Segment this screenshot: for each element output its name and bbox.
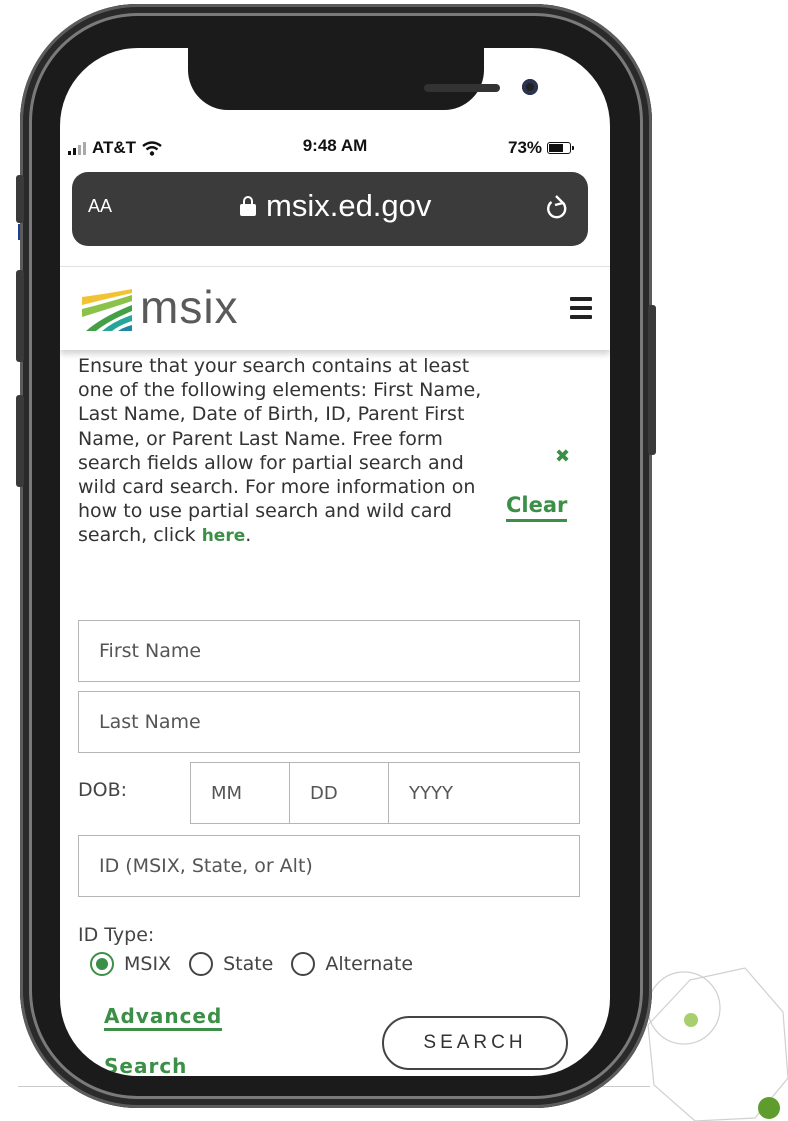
front-camera	[522, 79, 538, 95]
search-instructions: Ensure that your search contains at leas…	[78, 354, 490, 549]
mute-switch	[16, 175, 24, 223]
phone-screen: AT&T 9:48 AM 73% AA msix.ed.gov msix Ens…	[60, 48, 610, 1076]
last-name-input[interactable]: Last Name	[78, 691, 580, 753]
site-header: msix	[60, 266, 610, 350]
search-form: Ensure that your search contains at leas…	[60, 350, 610, 1076]
id-input[interactable]: ID (MSIX, State, or Alt)	[78, 835, 580, 897]
notch	[188, 48, 538, 110]
radio-button-selected[interactable]	[90, 952, 114, 976]
carrier-label: AT&T	[92, 138, 137, 157]
text-size-button[interactable]: AA	[88, 196, 112, 217]
id-type-radio-group: MSIX State Alternate	[90, 952, 431, 976]
radio-label-state: State	[223, 953, 274, 975]
dob-year-input[interactable]: YYYY	[388, 762, 580, 824]
radio-alternate[interactable]: Alternate	[291, 952, 413, 976]
volume-down-button	[16, 395, 24, 487]
dob-label: DOB:	[78, 779, 128, 801]
earpiece-speaker	[424, 84, 500, 92]
power-button	[648, 305, 656, 455]
radio-label-msix: MSIX	[124, 953, 172, 975]
radio-state[interactable]: State	[189, 952, 273, 976]
logo-text: msix	[140, 281, 239, 333]
radio-label-alternate: Alternate	[325, 953, 414, 975]
msix-logo-icon	[82, 289, 132, 331]
radio-button[interactable]	[189, 952, 214, 976]
status-bar-right: 73%	[508, 136, 575, 160]
search-button[interactable]: SEARCH	[382, 1016, 568, 1070]
advanced-search-link-line1[interactable]: Advanced	[104, 1005, 223, 1031]
dob-month-input[interactable]: MM	[190, 762, 291, 824]
hamburger-menu-icon[interactable]	[570, 297, 592, 319]
wifi-icon	[142, 140, 162, 156]
instructions-text: Ensure that your search contains at leas…	[78, 355, 482, 547]
status-time: 9:48 AM	[302, 136, 368, 155]
clear-button[interactable]: Clear	[506, 493, 568, 523]
close-x-icon[interactable]: ✖	[555, 446, 570, 467]
instructions-period: .	[245, 524, 252, 547]
radio-button[interactable]	[291, 952, 316, 976]
battery-icon	[547, 142, 575, 154]
help-link-here[interactable]: here	[202, 526, 246, 546]
lock-icon	[240, 196, 256, 216]
url-display[interactable]: msix.ed.gov	[240, 188, 431, 224]
advanced-search-link-line2[interactable]: Search	[104, 1055, 187, 1077]
cell-signal-icon	[68, 141, 86, 155]
reload-icon[interactable]	[544, 194, 570, 222]
browser-address-bar[interactable]: AA msix.ed.gov	[72, 172, 588, 246]
dob-day-input[interactable]: DD	[289, 762, 390, 824]
msix-logo[interactable]: msix	[82, 283, 239, 331]
radio-msix[interactable]: MSIX	[90, 952, 171, 976]
first-name-input[interactable]: First Name	[78, 620, 580, 682]
battery-percent: 73%	[508, 138, 543, 157]
decorative-polygon-graphic	[647, 967, 788, 1121]
status-bar-left: AT&T	[68, 136, 162, 160]
id-type-label: ID Type:	[78, 924, 155, 946]
volume-up-button	[16, 270, 24, 362]
url-text: msix.ed.gov	[266, 188, 432, 223]
